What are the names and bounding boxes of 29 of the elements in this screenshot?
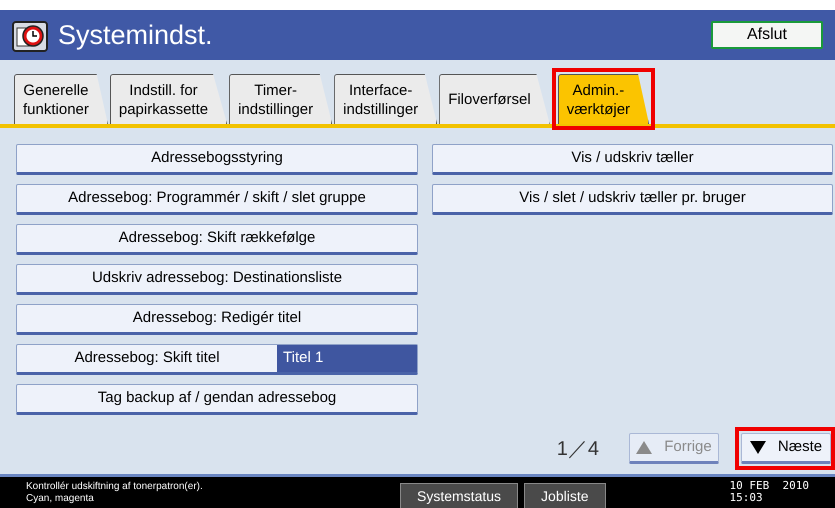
setting-button[interactable]: Adressebog: Skift titel Titel 1 xyxy=(16,344,418,375)
menu-button[interactable]: Adressebog: Programmér / skift / slet gruppe xyxy=(16,184,418,215)
tab[interactable]: Filoverførsel xyxy=(439,74,550,124)
menu-button[interactable]: Vis / udskriv tæller xyxy=(432,144,833,175)
tab[interactable]: Generelle funktioner xyxy=(14,74,108,124)
tab[interactable]: Indstill. for papirkassette xyxy=(110,74,228,124)
status-message: Cyan, magenta xyxy=(26,493,95,505)
alarm-clock-icon xyxy=(12,18,48,52)
window-title: Systemindst. xyxy=(58,18,213,52)
setting-value: Titel 1 xyxy=(277,345,417,372)
up-triangle-icon xyxy=(636,441,652,454)
menu-button[interactable]: Adressebogsstyring xyxy=(16,144,418,175)
menu-button[interactable]: Udskriv adressebog: Destinationsliste xyxy=(16,264,418,295)
tab[interactable]: Admin.- værktøjer xyxy=(558,74,650,124)
date-text: 10 FEB 2010 xyxy=(730,480,809,492)
next-button[interactable]: Næste xyxy=(741,433,831,464)
status-message: Kontrollér udskiftning af tonerpatron(er). xyxy=(26,481,204,493)
menu-button[interactable]: Vis / slet / udskriv tæller pr. bruger xyxy=(432,184,833,215)
time-text: 15:03 xyxy=(730,492,764,504)
menu-button[interactable]: Adressebog: Skift rækkefølge xyxy=(16,224,418,255)
tab[interactable]: Interface- indstillinger xyxy=(334,74,438,124)
menu-button[interactable]: Tag backup af / gendan adressebog xyxy=(16,384,418,415)
status-button[interactable]: Systemstatus xyxy=(400,483,518,508)
exit-button[interactable]: Afslut xyxy=(711,21,823,49)
tab[interactable]: Timer- indstillinger xyxy=(229,74,332,124)
status-button[interactable]: Jobliste xyxy=(524,483,606,508)
page-indicator: 1／4 xyxy=(556,436,599,462)
down-triangle-icon xyxy=(750,441,766,454)
menu-button[interactable]: Adressebog: Redigér titel xyxy=(16,304,418,335)
